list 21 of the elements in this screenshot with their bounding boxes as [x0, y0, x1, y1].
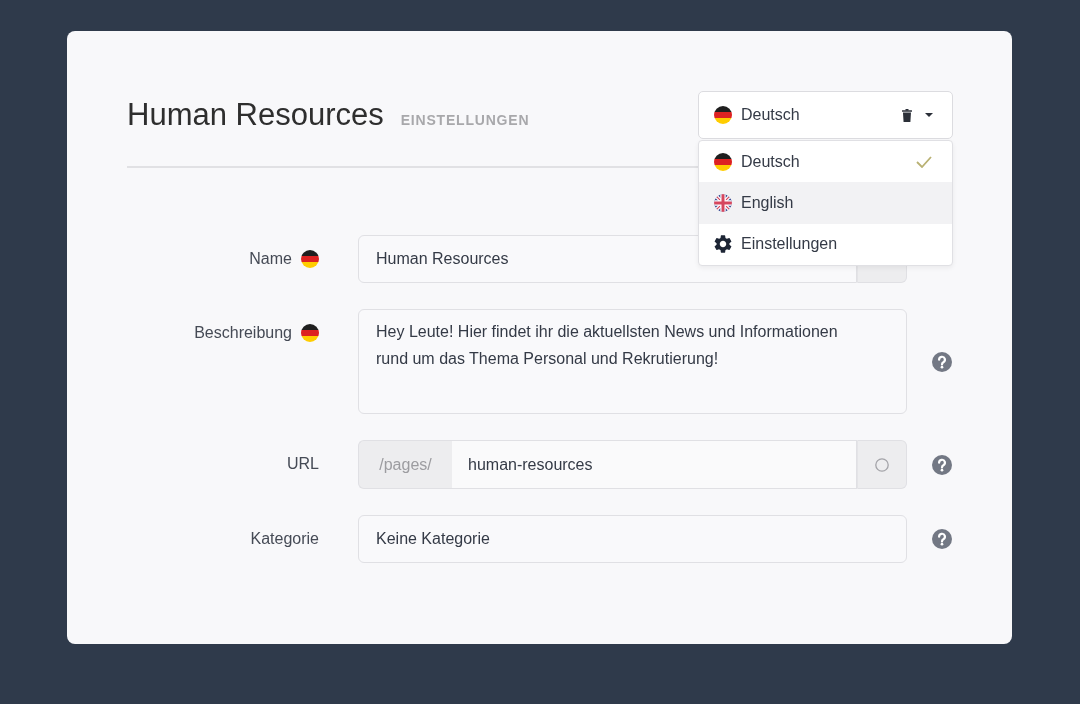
page-title: Human Resources	[127, 97, 384, 133]
language-option[interactable]: English	[699, 182, 952, 224]
input-addon[interactable]	[857, 440, 907, 489]
field-label: Kategorie	[250, 530, 319, 548]
help-icon[interactable]	[932, 529, 952, 549]
language-option[interactable]: Deutsch	[699, 141, 952, 183]
help-icon[interactable]	[932, 351, 952, 372]
help-icon[interactable]	[932, 454, 952, 475]
german-flag-icon	[714, 152, 732, 171]
field-label: URL	[287, 455, 319, 473]
caret-icon	[925, 113, 933, 117]
circle-icon	[875, 457, 889, 472]
british-flag-icon	[714, 193, 732, 212]
field-label: Name	[249, 250, 292, 268]
trash-icon[interactable]	[902, 108, 912, 122]
textarea-field[interactable]: Hey Leute! Hier findet ihr die aktuellsten News und Informationen rund um das Thema Personal und Rekrutierung!	[358, 309, 907, 414]
gear-icon	[714, 235, 732, 254]
text-field[interactable]: Keine Kategorie	[358, 515, 907, 563]
field-label: Beschreibung	[194, 324, 292, 342]
page-subtitle: EINSTELLUNGEN	[400, 112, 530, 128]
language-select[interactable]: Deutsch	[698, 91, 953, 139]
